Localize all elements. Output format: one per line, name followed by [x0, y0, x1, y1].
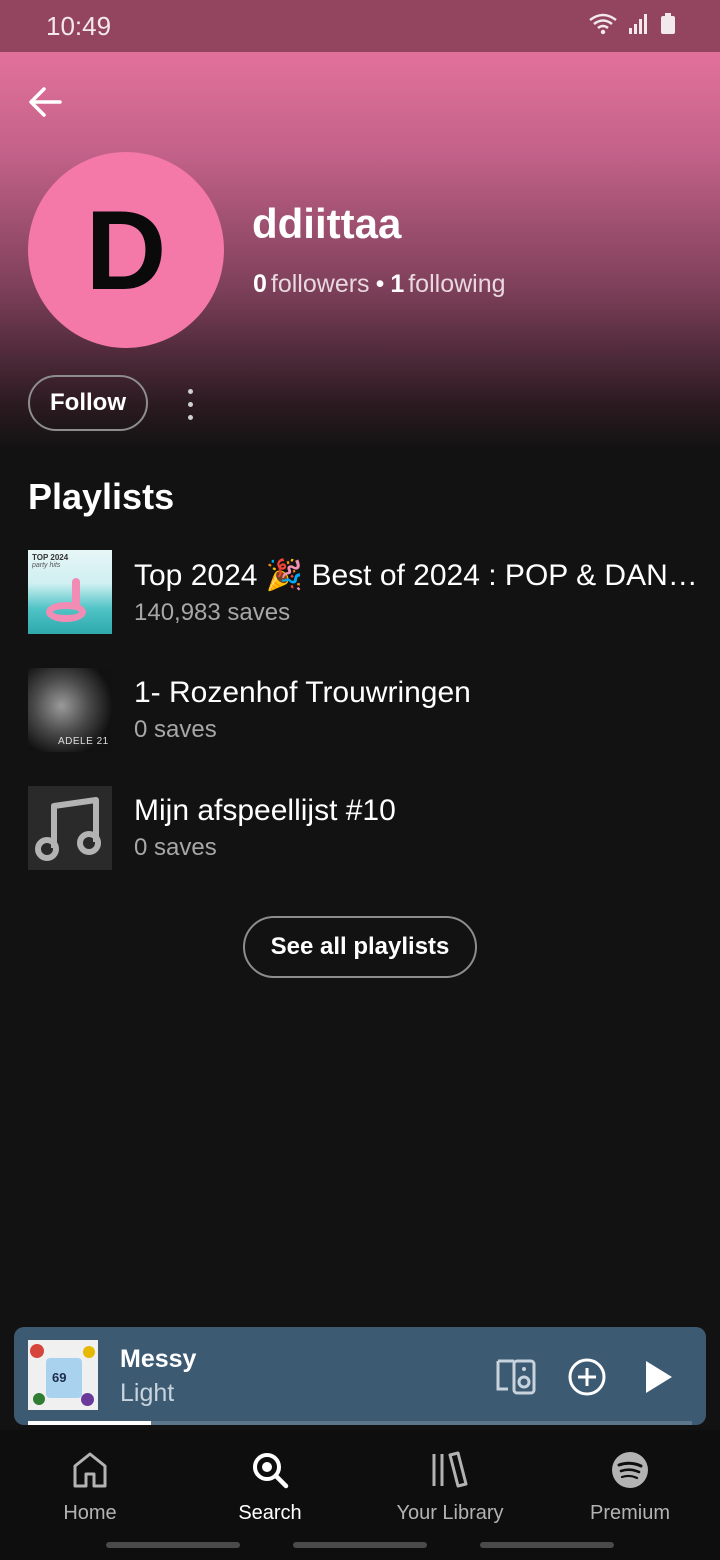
- gesture-bar-back[interactable]: [480, 1542, 614, 1548]
- bottom-navigation: Home Search Your Library Premium: [0, 1430, 720, 1560]
- more-dot-icon: [187, 401, 193, 407]
- playlists-heading: Playlists: [28, 476, 175, 517]
- nav-library[interactable]: Your Library: [360, 1450, 540, 1525]
- spotify-logo-icon: [612, 1452, 648, 1488]
- follow-stats: 0 followers • 1 following: [253, 270, 506, 299]
- nav-search-label: Search: [238, 1502, 302, 1524]
- playback-progress[interactable]: [28, 1421, 692, 1425]
- nav-library-label: Your Library: [396, 1502, 504, 1524]
- library-icon: [432, 1451, 468, 1488]
- play-icon: [646, 1361, 672, 1393]
- devices-icon: [496, 1359, 536, 1395]
- playlist-saves: 0 saves: [134, 834, 217, 861]
- more-dot-icon: [187, 388, 193, 394]
- followers-label[interactable]: followers: [271, 270, 370, 299]
- gesture-bar-recents[interactable]: [106, 1542, 240, 1548]
- profile-name: ddiittaa: [252, 200, 402, 247]
- home-icon: [73, 1452, 107, 1488]
- playback-progress-fill: [28, 1421, 151, 1425]
- playlist-cover: [28, 786, 112, 870]
- followers-count[interactable]: 0: [253, 270, 267, 299]
- playlist-name: 1- Rozenhof Trouwringen: [134, 676, 471, 709]
- now-playing-title: Messy: [120, 1345, 197, 1373]
- wifi-icon: [589, 13, 617, 35]
- now-playing-cover: 69: [28, 1340, 98, 1410]
- avatar-initial: D: [85, 187, 167, 313]
- playlist-saves: 0 saves: [134, 716, 217, 743]
- cover-text: ADELE 21: [58, 736, 109, 747]
- nav-premium[interactable]: Premium: [540, 1450, 720, 1525]
- music-note-icon: [35, 797, 101, 861]
- more-options-button[interactable]: [176, 384, 204, 424]
- playlist-cover: ADELE 21: [28, 668, 112, 752]
- add-to-library-button[interactable]: [565, 1355, 609, 1399]
- see-all-playlists-button[interactable]: See all playlists: [243, 916, 477, 978]
- playlist-name: Top 2024 🎉 Best of 2024 : POP & DAN…: [134, 558, 698, 592]
- search-icon: [253, 1453, 289, 1489]
- more-dot-icon: [187, 414, 193, 420]
- playlist-item[interactable]: ADELE 21 1- Rozenhof Trouwringen 0 saves: [28, 668, 698, 752]
- flamingo-float-image: [46, 602, 86, 622]
- follow-button[interactable]: Follow: [28, 375, 148, 431]
- playlist-item[interactable]: TOP 2024 party hits Top 2024 🎉 Best of 2…: [28, 550, 698, 634]
- playlist-name: Mijn afspeellijst #10: [134, 794, 396, 827]
- nav-search[interactable]: Search: [180, 1450, 360, 1525]
- nav-premium-label: Premium: [589, 1502, 670, 1524]
- mini-player[interactable]: 69 Messy Light: [14, 1327, 706, 1425]
- following-label[interactable]: following: [408, 270, 505, 299]
- status-time: 10:49: [46, 10, 112, 41]
- playlist-item[interactable]: Mijn afspeellijst #10 0 saves: [28, 786, 698, 870]
- connect-device-button[interactable]: [494, 1355, 538, 1399]
- avatar: D: [28, 152, 224, 348]
- arrow-left-icon: [29, 87, 62, 117]
- nav-home-label: Home: [63, 1502, 117, 1524]
- playlist-saves: 140,983 saves: [134, 598, 291, 626]
- signal-icon: [629, 14, 647, 34]
- back-button[interactable]: [24, 80, 68, 124]
- gesture-bar-home[interactable]: [293, 1542, 427, 1548]
- play-button[interactable]: [636, 1355, 680, 1399]
- nav-home[interactable]: Home: [0, 1450, 180, 1525]
- battery-icon: [661, 13, 675, 34]
- now-playing-artist: Light: [120, 1379, 175, 1407]
- status-bar: 10:49: [0, 0, 720, 52]
- plus-circle-icon: [568, 1358, 606, 1396]
- cover-text: 69: [52, 1370, 67, 1385]
- stats-separator: •: [375, 270, 385, 298]
- cover-subtext: party hits: [32, 562, 61, 569]
- status-icons: [588, 12, 676, 36]
- cover-text: TOP 2024: [32, 553, 69, 562]
- following-count[interactable]: 1: [390, 270, 404, 299]
- playlist-cover: TOP 2024 party hits: [28, 550, 112, 634]
